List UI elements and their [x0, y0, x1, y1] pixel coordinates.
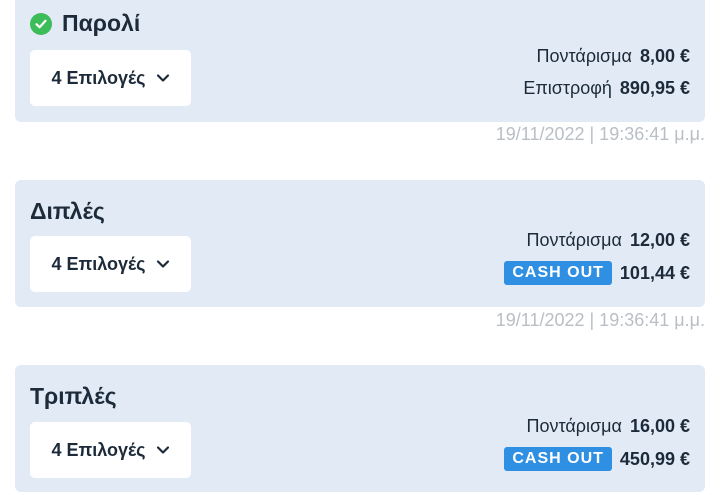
- stake-value: 16,00 €: [629, 416, 690, 436]
- bet-title: Παρολί: [30, 10, 140, 37]
- stake-value: 12,00 €: [629, 230, 690, 250]
- selections-label: 4 Επιλογές: [51, 67, 146, 88]
- bet-card-doubles: Διπλές 4 Επιλογές Ποντάρισμα 12,00 € CAS…: [15, 180, 705, 307]
- chevron-down-icon: [156, 259, 170, 269]
- chevron-down-icon: [156, 445, 170, 455]
- bet-title-text: Διπλές: [30, 198, 105, 224]
- cash-out-button[interactable]: CASH OUT: [504, 447, 612, 471]
- bet-card-paroli: Παρολί 4 Επιλογές Ποντάρισμα 8,00 € Επισ…: [15, 0, 705, 122]
- selections-dropdown-button[interactable]: 4 Επιλογές: [30, 236, 191, 292]
- selections-dropdown-button[interactable]: 4 Επιλογές: [30, 50, 191, 106]
- bet-timestamp: 19/11/2022 | 19:36:41 μ.μ.: [495, 310, 705, 330]
- chevron-down-icon: [156, 73, 170, 83]
- stake-line: Ποντάρισμα 16,00 €: [527, 416, 690, 437]
- cash-out-button[interactable]: CASH OUT: [504, 261, 612, 285]
- stake-value: 8,00 €: [639, 46, 690, 66]
- cashout-value: 450,99 €: [619, 448, 690, 469]
- return-line: Επιστροφή 890,95 €: [523, 78, 690, 99]
- stake-label: Ποντάρισμα: [536, 46, 632, 66]
- selections-label: 4 Επιλογές: [51, 253, 146, 274]
- bet-title-text: Τριπλές: [30, 383, 117, 409]
- bet-title: Τριπλές: [30, 383, 117, 410]
- selections-dropdown-button[interactable]: 4 Επιλογές: [30, 422, 191, 478]
- return-value: 890,95 €: [619, 78, 690, 98]
- cashout-value: 101,44 €: [619, 262, 690, 283]
- cashout-line: CASH OUT 101,44 €: [504, 261, 690, 285]
- bet-timestamp: 19/11/2022 | 19:36:41 μ.μ.: [495, 124, 705, 144]
- stake-line: Ποντάρισμα 12,00 €: [527, 230, 690, 251]
- return-label: Επιστροφή: [523, 78, 612, 98]
- stake-line: Ποντάρισμα 8,00 €: [537, 46, 690, 67]
- check-circle-icon: [30, 12, 52, 35]
- stake-label: Ποντάρισμα: [526, 230, 622, 250]
- cashout-line: CASH OUT 450,99 €: [504, 447, 690, 471]
- bet-title-text: Παρολί: [62, 10, 141, 36]
- selections-label: 4 Επιλογές: [51, 439, 146, 460]
- stake-label: Ποντάρισμα: [526, 416, 622, 436]
- bet-title: Διπλές: [30, 198, 105, 225]
- bet-card-triples: Τριπλές 4 Επιλογές Ποντάρισμα 16,00 € CA…: [15, 365, 705, 492]
